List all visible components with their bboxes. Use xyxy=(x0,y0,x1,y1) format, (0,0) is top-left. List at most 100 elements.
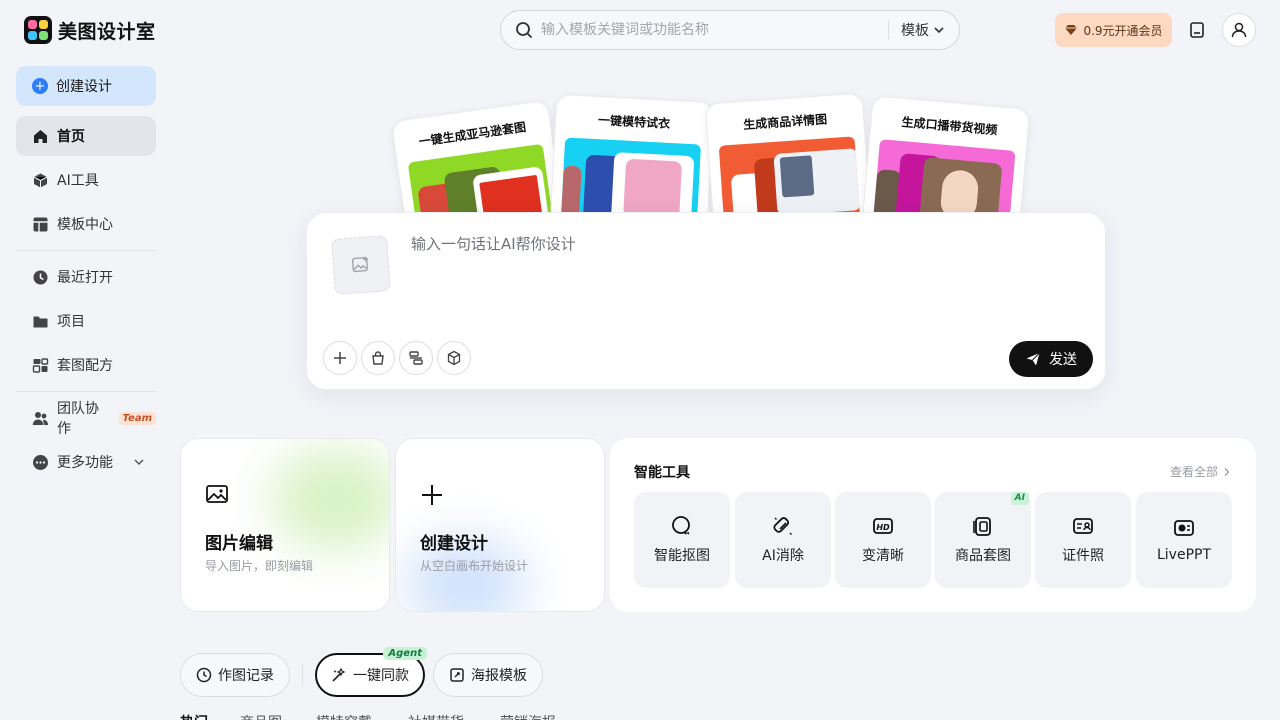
tool-label: LivePPT xyxy=(1156,547,1212,563)
team-badge: Team xyxy=(118,411,156,425)
hero-card-title: 生成口播带货视频 xyxy=(901,114,998,138)
image-icon xyxy=(206,485,228,503)
eraser-icon xyxy=(773,517,792,535)
card-subtitle: 导入图片，即刻编辑 xyxy=(205,559,314,573)
tab-history[interactable]: 作图记录 xyxy=(180,653,290,697)
chevron-down-icon xyxy=(134,459,144,466)
search-scope-label: 模板 xyxy=(901,23,929,39)
tab-label: 作图记录 xyxy=(218,668,274,684)
sidebar-item-label: AI工具 xyxy=(57,173,99,189)
subtab-model[interactable]: 模特穿戴 xyxy=(316,712,372,720)
notebook-button[interactable] xyxy=(1180,13,1214,47)
sidebar-item-label: 套图配方 xyxy=(57,358,113,374)
recipe-icon xyxy=(32,357,49,373)
add-image-icon xyxy=(351,256,369,273)
diamond-icon xyxy=(1065,25,1078,35)
subtab-marketing[interactable]: 营销海报 xyxy=(500,712,556,720)
sidebar-item-projects[interactable]: 项目 xyxy=(16,301,156,341)
ai-prompt-box: 发送 xyxy=(306,212,1106,390)
plus-icon: + xyxy=(32,78,48,94)
team-icon xyxy=(32,411,48,425)
plus-icon xyxy=(334,352,346,364)
sidebar-item-label: 最近打开 xyxy=(57,270,113,286)
card-title: 创建设计 xyxy=(420,534,488,554)
magic-icon xyxy=(332,667,346,682)
more-icon xyxy=(33,454,48,470)
create-design-button[interactable]: + 创建设计 xyxy=(16,66,156,106)
tool-label: 证件照 xyxy=(1062,548,1104,564)
search-input[interactable] xyxy=(541,22,876,38)
image-edit-card[interactable]: 图片编辑 导入图片，即刻编辑 xyxy=(180,438,390,612)
search-scope-dropdown[interactable]: 模板 xyxy=(901,20,945,40)
tabs-divider xyxy=(302,664,303,686)
layout-button[interactable] xyxy=(399,341,433,375)
image-upload-button[interactable] xyxy=(331,235,391,295)
home-icon xyxy=(34,129,47,143)
notebook-icon xyxy=(1190,22,1204,38)
user-icon xyxy=(1231,22,1247,38)
hero-card-title: 一键模特试衣 xyxy=(597,113,671,131)
tool-product-set[interactable]: AI 商品套图 xyxy=(935,492,1031,588)
sidebar-item-templates[interactable]: 模板中心 xyxy=(16,204,156,244)
create-design-card[interactable]: 创建设计 从空白画布开始设计 xyxy=(395,438,605,612)
view-all-link[interactable]: 查看全部 xyxy=(1170,463,1232,480)
view-all-label: 查看全部 xyxy=(1169,465,1218,479)
clock-icon xyxy=(33,270,48,284)
id-photo-icon xyxy=(1073,518,1093,534)
tab-label: 一键同款 xyxy=(353,668,409,684)
search-divider xyxy=(888,21,889,39)
app-name: 美图设计室 xyxy=(58,20,156,43)
user-avatar-button[interactable] xyxy=(1222,13,1256,47)
create-design-label: 创建设计 xyxy=(56,79,112,95)
tab-poster-templates[interactable]: 海报模板 xyxy=(433,653,543,697)
svg-text:HD: HD xyxy=(876,523,890,532)
plus-icon xyxy=(422,485,442,505)
logo-mark-icon xyxy=(24,16,52,44)
send-label: 发送 xyxy=(1049,352,1077,368)
tool-liveppt[interactable]: LivePPT xyxy=(1136,492,1232,588)
search-bar: 模板 xyxy=(500,10,960,50)
prompt-input[interactable] xyxy=(411,233,1071,293)
subtab-hot[interactable]: 热门 xyxy=(180,712,208,720)
template-icon xyxy=(33,217,48,231)
vip-button[interactable]: 0.9元开通会员 xyxy=(1055,13,1172,47)
tool-id-photo[interactable]: 证件照 xyxy=(1035,492,1131,588)
bag-icon xyxy=(372,351,384,365)
send-button[interactable]: 发送 xyxy=(1009,341,1093,377)
3d-model-button[interactable] xyxy=(437,341,471,375)
hero-card-model[interactable]: 一键模特试衣 xyxy=(549,93,715,231)
search-icon[interactable] xyxy=(515,21,533,39)
tool-label: AI消除 xyxy=(762,548,804,564)
tab-one-click-same[interactable]: Agent 一键同款 xyxy=(315,647,427,697)
sidebar-item-more[interactable]: 更多功能 xyxy=(16,442,156,482)
agent-badge: Agent xyxy=(383,647,427,660)
card-subtitle: 从空白画布开始设计 xyxy=(420,559,529,573)
app-logo[interactable]: 美图设计室 xyxy=(24,16,156,44)
sidebar-item-ai-tools[interactable]: AI工具 xyxy=(16,160,156,200)
smart-tools-title: 智能工具 xyxy=(634,465,690,481)
chevron-right-icon xyxy=(1224,467,1230,476)
tool-enhance-clarity[interactable]: HD 变清晰 xyxy=(835,492,931,588)
poster-icon xyxy=(450,668,464,682)
sidebar-item-label: 首页 xyxy=(57,129,85,145)
send-icon xyxy=(1026,352,1040,366)
sidebar-item-team[interactable]: 团队协作 Team xyxy=(16,398,156,438)
hero-card-detail[interactable]: 生成商品详情图 xyxy=(704,92,872,232)
tab-label: 海报模板 xyxy=(471,668,527,684)
add-attachment-button[interactable] xyxy=(323,341,357,375)
tool-ai-erase[interactable]: AI消除 xyxy=(735,492,831,588)
subtab-product[interactable]: 商品图 xyxy=(240,712,282,720)
tool-label: 智能抠图 xyxy=(654,548,710,564)
tool-label: 商品套图 xyxy=(955,548,1011,564)
sidebar-item-label: 模板中心 xyxy=(57,217,113,233)
card-title: 图片编辑 xyxy=(205,534,273,554)
sidebar-item-recent[interactable]: 最近打开 xyxy=(16,257,156,297)
sidebar-item-label: 更多功能 xyxy=(57,455,113,471)
cutout-icon xyxy=(672,516,691,536)
hero-card-title: 生成商品详情图 xyxy=(742,112,828,133)
subtab-social[interactable]: 社媒带货 xyxy=(408,712,464,720)
sidebar-item-home[interactable]: 首页 xyxy=(16,116,156,156)
sidebar-item-recipes[interactable]: 套图配方 xyxy=(16,345,156,385)
brand-kit-button[interactable] xyxy=(361,341,395,375)
tool-smart-cutout[interactable]: 智能抠图 xyxy=(634,492,730,588)
